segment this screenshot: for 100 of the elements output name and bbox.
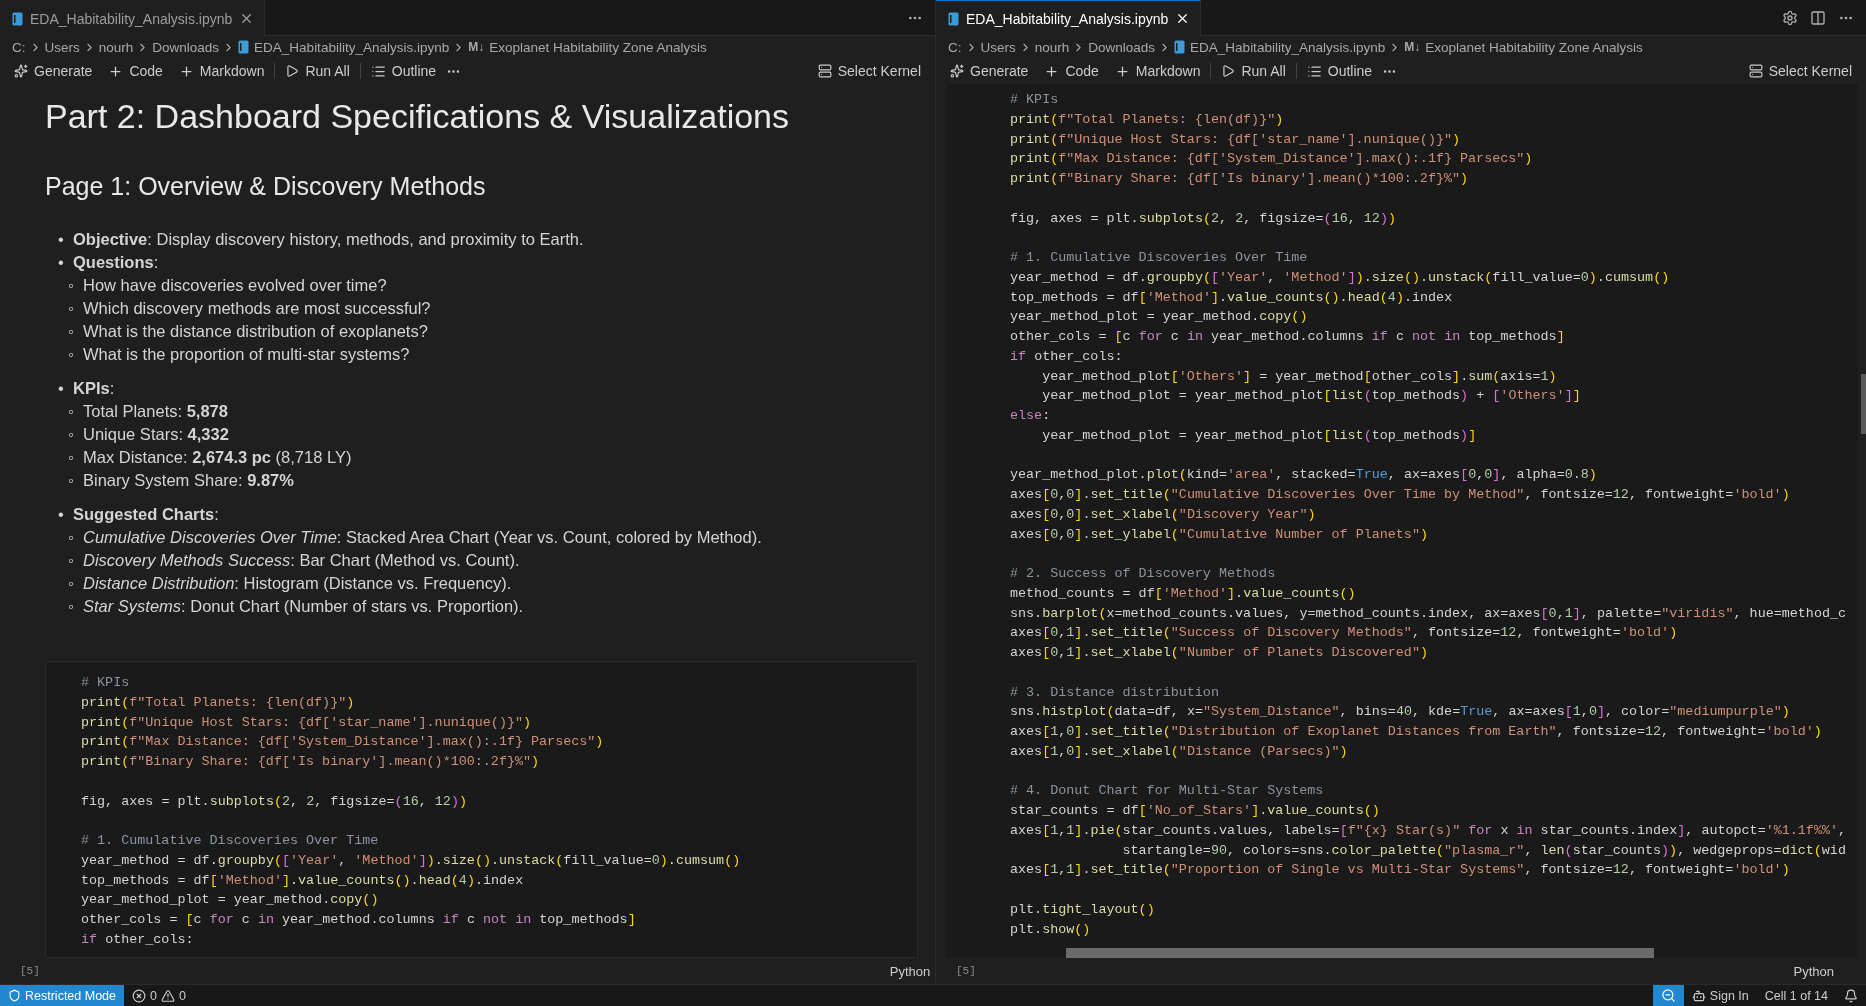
shield-icon <box>8 989 21 1002</box>
horizontal-scrollbar[interactable] <box>1066 948 1654 958</box>
select-kernel-button[interactable]: Select Kernel <box>811 61 927 81</box>
notebook-icon <box>238 40 250 54</box>
breadcrumb-item[interactable]: C: <box>12 39 26 55</box>
code-line: axes[1,1].pie(star_counts.values, labels=[f"{x} Star(s)" for x in star_counts.index], autopct='%1.1f%%', <box>1010 821 1848 840</box>
plus-icon <box>178 63 194 79</box>
breadcrumb-item[interactable]: M↓ Exoplanet Habitability Zone Analysis <box>1404 39 1643 55</box>
bullet-marker: ◦ <box>68 596 75 617</box>
code-line: # 2. Success of Discovery Methods <box>1010 565 1277 583</box>
toolbar-button[interactable]: Code <box>102 61 169 81</box>
breadcrumb-item[interactable]: Users <box>980 39 1016 55</box>
editor-tab[interactable]: EDA_Habitability_Analysis.ipynb <box>936 0 1202 36</box>
toolbar-button[interactable]: Markdown <box>172 61 271 81</box>
code-line: print(f"Binary Share: {df['Is binary'].mean()*100:.2f}%") <box>81 753 541 771</box>
bullet-marker: ◦ <box>68 424 75 445</box>
vertical-scrollbar[interactable] <box>1861 374 1866 434</box>
breadcrumb-item[interactable]: EDA_Habitability_Analysis.ipynb <box>1174 39 1386 55</box>
bullet-text: Max Distance: 2,674.3 pc (8,718 LY) <box>83 448 352 466</box>
bullet-marker: ◦ <box>68 470 75 491</box>
code-line: # 1. Cumulative Discoveries Over Time <box>81 832 380 850</box>
code-line: # KPIs <box>81 674 131 692</box>
code-line: print(f"Total Planets: {len(df)}") <box>81 693 356 712</box>
bullet-marker: ◦ <box>68 527 75 548</box>
toolbar-button[interactable]: Run All <box>1215 61 1292 81</box>
code-line: plt.show() <box>1010 920 1092 939</box>
toolbar-button[interactable]: Run All <box>279 61 356 81</box>
select-kernel-button[interactable]: Select Kernel <box>1742 61 1858 81</box>
toolbar-button[interactable]: Code <box>1038 61 1105 81</box>
list-icon <box>370 63 386 79</box>
cell-language[interactable]: Python <box>1793 963 1834 979</box>
editor-tab[interactable]: EDA_Habitability_Analysis.ipynb <box>0 0 266 36</box>
bullet-text: What is the proportion of multi-star systems? <box>83 345 410 363</box>
bullet-text: Suggested Charts: <box>73 505 219 523</box>
restricted-mode-button[interactable]: Restricted Mode <box>0 985 124 1006</box>
notebook-icon <box>948 11 959 26</box>
code-line: startangle=90, colors=sns.color_palette("plasma_r", len(star_counts)), wedgeprops=dict(wid <box>1121 841 1847 860</box>
bullet-marker: ◦ <box>68 344 75 365</box>
toolbar-button[interactable]: Generate <box>8 61 99 81</box>
warning-icon <box>160 988 175 1003</box>
execution-count: [5] <box>20 965 40 977</box>
sparkles-icon <box>14 64 28 78</box>
code-line: if other_cols: <box>1010 347 1124 366</box>
list-icon <box>1306 63 1322 79</box>
code-line: top_methods = df['Method'].value_counts().head(4).index <box>1010 288 1454 307</box>
breadcrumb-item[interactable]: nourh <box>98 39 134 55</box>
code-line: star_counts = df['No_of_Stars'].value_counts() <box>1010 802 1381 820</box>
toolbar-button[interactable]: Outline <box>1300 61 1379 81</box>
breadcrumb-item[interactable]: Downloads <box>152 39 220 55</box>
code-line: sns.barplot(x=method_counts.values, y=method_counts.index, ax=axes[0,1], palette="viridis", hue=method_c <box>1010 604 1848 623</box>
problems-button[interactable]: 0 0 <box>124 985 194 1006</box>
code-line: # 4. Donut Chart for Multi-Star Systems <box>1010 782 1325 801</box>
breadcrumb-item[interactable]: C: <box>948 39 962 55</box>
bullet-marker: • <box>58 252 65 273</box>
bullet-text: Total Planets: 5,878 <box>83 402 228 420</box>
code-line: method_counts = df['Method'].value_counts() <box>1010 584 1357 603</box>
code-line: other_cols = [c for c in year_method.columns if c not in top_methods] <box>1010 328 1566 346</box>
sign-in-button[interactable]: Sign In <box>1683 985 1757 1006</box>
code-line: fig, axes = plt.subplots(2, 2, figsize=(16, 12)) <box>81 792 468 811</box>
notebook-icon <box>1174 40 1186 54</box>
code-line: year_method = df.groupby(['Year', 'Method']).size().unstack(fill_value=0).cumsum() <box>1010 268 1671 287</box>
toolbar-button[interactable]: Markdown <box>1108 61 1207 81</box>
code-line: print(f"Max Distance: {df['System_Distance'].max():.1f} Parsecs") <box>1010 150 1534 169</box>
code-line: top_methods = df['Method'].value_counts().head(4).index <box>81 871 525 890</box>
cell-language[interactable]: Python <box>889 963 931 979</box>
toolbar-button[interactable]: Outline <box>364 61 443 81</box>
code-line: print(f"Unique Host Stars: {df['star_name'].nunique()}") <box>1010 130 1462 149</box>
bullet-text: Distance Distribution: Histogram (Distance vs. Frequency). <box>83 574 512 592</box>
bullet-text: Discovery Methods Success: Bar Chart (Method vs. Count). <box>83 551 520 569</box>
zoom-out-icon <box>1660 988 1676 1003</box>
breadcrumb-item[interactable]: Users <box>44 39 80 55</box>
code-line: year_method = df.groupby(['Year', 'Method']).size().unstack(fill_value=0).cumsum() <box>81 851 742 870</box>
markdown-icon: M↓ <box>1404 40 1421 54</box>
code-line: axes[1,0].set_xlabel("Distance (Parsecs)") <box>1010 742 1349 761</box>
settings-icon[interactable] <box>1782 9 1798 26</box>
plus-icon <box>108 63 124 79</box>
heading: Part 2: Dashboard Specifications & Visualizations <box>45 96 790 137</box>
bullet-marker: ◦ <box>68 550 75 571</box>
breadcrumb-item[interactable]: EDA_Habitability_Analysis.ipynb <box>238 39 450 55</box>
bullet-marker: ◦ <box>68 298 75 319</box>
breadcrumb-item[interactable]: Downloads <box>1088 39 1156 55</box>
code-line: else: <box>1010 407 1052 425</box>
split-editor-icon[interactable] <box>1810 9 1826 26</box>
cell-indicator[interactable]: Cell 1 of 14 <box>1756 985 1836 1006</box>
bullet-text: Questions: <box>73 253 159 271</box>
breadcrumb-item[interactable]: nourh <box>1034 39 1070 55</box>
bullet-marker: ◦ <box>68 401 75 422</box>
toolbar-button[interactable]: Generate <box>944 61 1035 81</box>
code-line: sns.histplot(data=df, x="System_Distance", bins=40, kde=True, ax=axes[1,0], color="mediumpurple") <box>1010 703 1791 722</box>
breadcrumb-item[interactable]: M↓ Exoplanet Habitability Zone Analysis <box>468 39 707 55</box>
zoom-button[interactable] <box>1652 985 1684 1006</box>
server-icon <box>1748 64 1763 78</box>
bullet-text: Which discovery methods are most successful? <box>83 299 431 317</box>
bullet-marker: • <box>58 378 65 399</box>
code-line: year_method_plot = year_method_plot[list(top_methods) + ['Others']] <box>1041 387 1582 406</box>
bullet-text: Binary System Share: 9.87% <box>83 471 294 489</box>
bullet-text: KPIs: <box>73 379 115 397</box>
code-line: if other_cols: <box>81 930 195 949</box>
subheading: Page 1: Overview & Discovery Methods <box>45 171 487 202</box>
code-line: year_method_plot = year_method_plot[list(top_methods)] <box>1041 426 1478 445</box>
